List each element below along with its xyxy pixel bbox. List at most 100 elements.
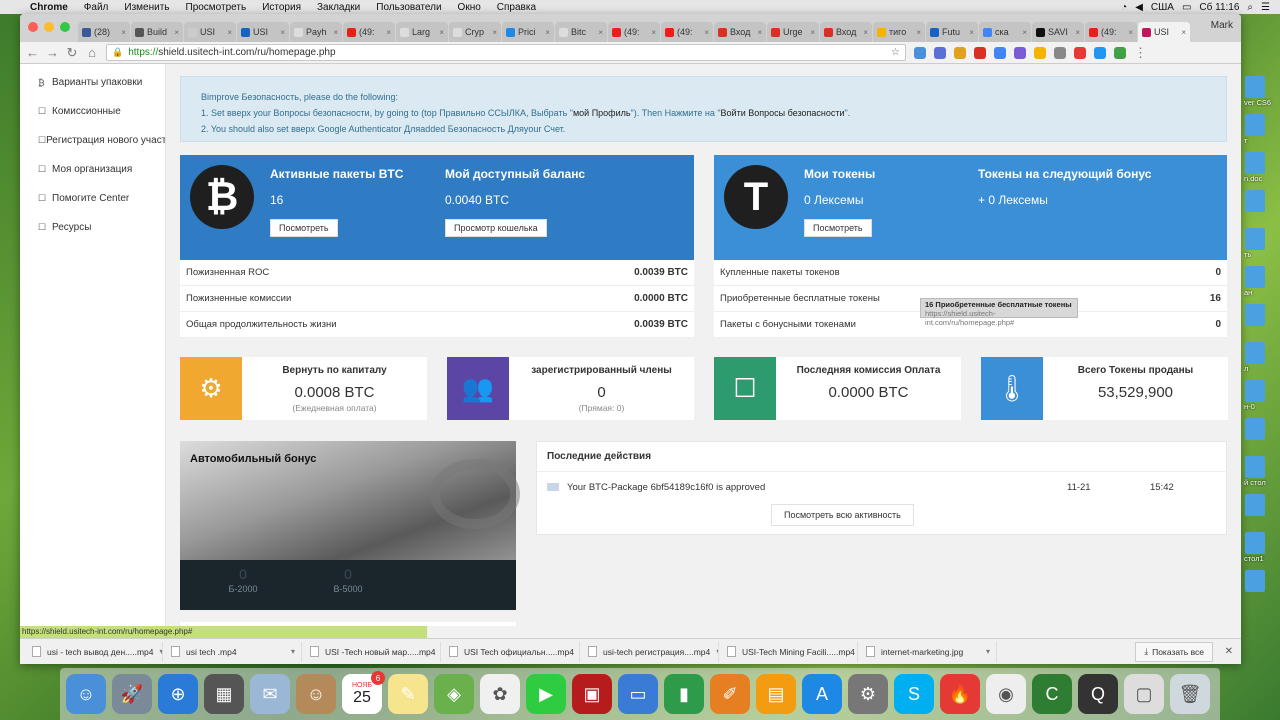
- desktop-item[interactable]: [1244, 570, 1280, 592]
- system-preferences-icon[interactable]: ⚙: [848, 674, 888, 714]
- trash-icon[interactable]: 🗑: [1170, 674, 1210, 714]
- maps-icon[interactable]: ◈: [434, 674, 474, 714]
- close-tab-icon[interactable]: ×: [1022, 28, 1027, 37]
- browser-tab[interactable]: тиго ×: [873, 22, 925, 42]
- browser-tab[interactable]: (49: ×: [661, 22, 713, 42]
- close-tab-icon[interactable]: ×: [121, 28, 126, 37]
- preview-icon[interactable]: ▢: [1124, 674, 1164, 714]
- menu-help[interactable]: Справка: [489, 2, 544, 13]
- browser-tab[interactable]: USI ×: [184, 22, 236, 42]
- menu-file[interactable]: Файл: [76, 2, 117, 13]
- photos-icon[interactable]: ✿: [480, 674, 520, 714]
- desktop-item[interactable]: n.doc: [1244, 152, 1280, 183]
- menu-app-name[interactable]: Chrome: [22, 2, 76, 13]
- keynote-icon[interactable]: ▭: [618, 674, 658, 714]
- desktop-item[interactable]: й стол: [1244, 456, 1280, 487]
- extension-icon[interactable]: [1094, 46, 1106, 59]
- sidebar-item-packages[interactable]: ₿ Варианты упаковки: [20, 68, 165, 97]
- browser-tab[interactable]: (49: ×: [343, 22, 395, 42]
- browser-tab[interactable]: USI ×: [237, 22, 289, 42]
- close-tab-icon[interactable]: ×: [280, 28, 285, 37]
- browser-tab[interactable]: Urge ×: [767, 22, 819, 42]
- desktop-item[interactable]: [1244, 190, 1280, 212]
- extension-icon[interactable]: [1014, 46, 1026, 59]
- wifi-icon[interactable]: ◔: [1121, 2, 1127, 13]
- minimize-window-icon[interactable]: [44, 22, 54, 32]
- close-window-icon[interactable]: [28, 22, 38, 32]
- menu-bookmarks[interactable]: Закладки: [309, 2, 368, 13]
- hotspot-shield-icon[interactable]: 🔥: [940, 674, 980, 714]
- browser-tab[interactable]: Build ×: [131, 22, 183, 42]
- extension-icon[interactable]: [1054, 46, 1066, 59]
- browser-tab[interactable]: ска ×: [979, 22, 1031, 42]
- skype-icon[interactable]: S: [894, 674, 934, 714]
- calendar-icon[interactable]: НОЯБ 25 6: [342, 671, 385, 714]
- chrome-icon[interactable]: ◉: [986, 674, 1026, 714]
- close-tab-icon[interactable]: ×: [1128, 28, 1133, 37]
- sidebar-item-help[interactable]: ☐ Помогите Center: [20, 184, 165, 213]
- browser-tab[interactable]: Futu ×: [926, 22, 978, 42]
- close-tab-icon[interactable]: ×: [598, 28, 603, 37]
- desktop-item[interactable]: ан: [1244, 266, 1280, 297]
- extension-icon[interactable]: [974, 46, 986, 59]
- reload-icon[interactable]: ↻: [66, 45, 78, 61]
- desktop-item[interactable]: [1244, 304, 1280, 326]
- search-icon[interactable]: ⌕: [1247, 2, 1253, 13]
- quicktime-icon[interactable]: Q: [1078, 674, 1118, 714]
- extension-icon[interactable]: [954, 46, 966, 59]
- close-tab-icon[interactable]: ×: [863, 28, 868, 37]
- desktop-item[interactable]: ver CS6: [1244, 76, 1280, 107]
- menu-people[interactable]: Пользователи: [368, 2, 449, 13]
- battery-icon[interactable]: ▭: [1182, 2, 1191, 13]
- close-tab-icon[interactable]: ×: [386, 28, 391, 37]
- download-item[interactable]: usi - tech вывод ден.....mp4▾: [26, 641, 163, 662]
- extension-icon[interactable]: [994, 46, 1006, 59]
- sidebar-item-resources[interactable]: ☐ Ресурсы: [20, 213, 165, 242]
- browser-tab[interactable]: Larg ×: [396, 22, 448, 42]
- camtasia-icon[interactable]: C: [1032, 674, 1072, 714]
- browser-tab[interactable]: (28) ×: [78, 22, 130, 42]
- view-all-activity-button[interactable]: Посмотреть всю активность: [771, 504, 914, 526]
- close-tab-icon[interactable]: ×: [810, 28, 815, 37]
- download-item[interactable]: USI-Tech Mining Facili.....mp4▾: [721, 641, 858, 662]
- my-profile-link[interactable]: мой Профиль: [573, 108, 631, 118]
- browser-tab[interactable]: (49: ×: [1085, 22, 1137, 42]
- download-item[interactable]: USI Tech официальн.....mp4▾: [443, 641, 580, 662]
- view-tokens-button[interactable]: Посмотреть: [804, 219, 872, 237]
- desktop-item[interactable]: [1244, 494, 1280, 516]
- facetime-icon[interactable]: ▶: [526, 674, 566, 714]
- sidebar-item-register[interactable]: ☐Регистрация нового участника: [20, 126, 165, 155]
- browser-tab[interactable]: Payh ×: [290, 22, 342, 42]
- close-tab-icon[interactable]: ×: [916, 28, 921, 37]
- close-tab-icon[interactable]: ×: [704, 28, 709, 37]
- extension-icon[interactable]: [1074, 46, 1086, 59]
- safari-icon[interactable]: ⊕: [158, 674, 198, 714]
- close-tab-icon[interactable]: ×: [545, 28, 550, 37]
- app-store-icon[interactable]: A: [802, 674, 842, 714]
- menu-edit[interactable]: Изменить: [116, 2, 177, 13]
- browser-tab[interactable]: SAVI ×: [1032, 22, 1084, 42]
- profile-name[interactable]: Mark: [1211, 20, 1233, 31]
- desktop-item[interactable]: стол1: [1244, 532, 1280, 563]
- numbers-icon[interactable]: ▮: [664, 674, 704, 714]
- extension-icon[interactable]: [914, 46, 926, 59]
- sidebar-item-commissions[interactable]: ☐ Комиссионные: [20, 97, 165, 126]
- browser-tab[interactable]: Prici ×: [502, 22, 554, 42]
- launchpad-icon[interactable]: 🚀: [112, 674, 152, 714]
- extension-icon[interactable]: [1114, 46, 1126, 59]
- sidebar-item-organization[interactable]: ☐ Моя организация: [20, 155, 165, 184]
- desktop-item[interactable]: ть: [1244, 228, 1280, 259]
- home-icon[interactable]: ⌂: [86, 45, 98, 60]
- menubar-clock[interactable]: Сб 11:16: [1199, 2, 1239, 13]
- notes-icon[interactable]: ✎: [388, 674, 428, 714]
- desktop-item[interactable]: т: [1244, 114, 1280, 145]
- finder-icon[interactable]: ☺: [66, 674, 106, 714]
- security-questions-link[interactable]: Войти Вопросы безопасности: [721, 108, 845, 118]
- address-bar[interactable]: 🔒 https://shield.usitech-int.com/ru/home…: [106, 44, 906, 61]
- close-tab-icon[interactable]: ×: [969, 28, 974, 37]
- browser-tab[interactable]: (49: ×: [608, 22, 660, 42]
- volume-icon[interactable]: ◀: [1135, 2, 1143, 13]
- close-tab-icon[interactable]: ×: [492, 28, 497, 37]
- extension-icon[interactable]: [934, 46, 946, 59]
- menu-window[interactable]: Окно: [450, 2, 489, 13]
